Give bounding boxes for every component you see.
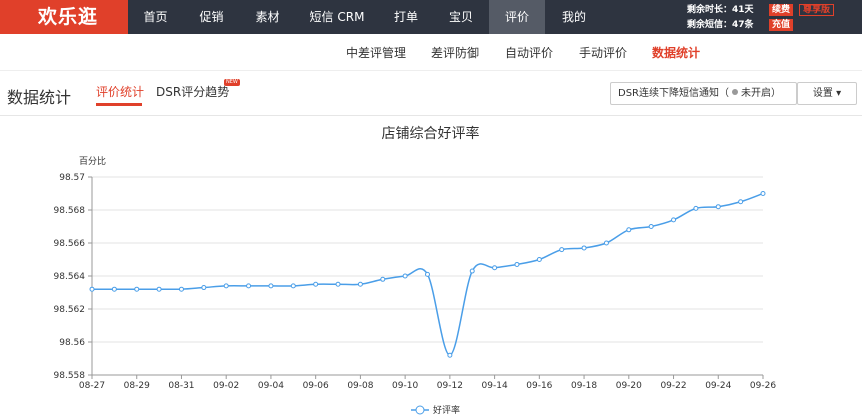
x-tick-label: 08-31 [168, 381, 194, 391]
legend-label: 好评率 [433, 404, 460, 416]
x-tick-label: 09-22 [660, 381, 686, 391]
data-point [290, 283, 296, 289]
x-tick-label: 08-29 [124, 381, 150, 391]
settings-dropdown[interactable]: 设置 ▾ [797, 82, 857, 105]
data-point [134, 286, 140, 292]
subnav-item-data-stats[interactable]: 数据统计 [652, 44, 700, 61]
dsr-sms-notify-toggle[interactable]: DSR连续下降短信通知（ 未开启） [610, 82, 797, 105]
tab-dsr-trend[interactable]: DSR评分趋势 [156, 83, 229, 100]
y-tick-label: 98.57 [59, 173, 85, 183]
time-left-row: 剩余时长：41天 续费 尊享版 [687, 3, 835, 17]
x-tick-label: 09-16 [526, 381, 552, 391]
data-point [335, 281, 341, 287]
data-point [89, 286, 95, 292]
data-point [380, 276, 386, 282]
y-tick-label: 98.558 [54, 371, 86, 381]
y-axis-label: 百分比 [79, 155, 106, 167]
nav-item-print-orders[interactable]: 打单 [379, 0, 433, 34]
notify-prefix: DSR连续下降短信通知（ [618, 88, 729, 99]
settings-label: 设置 [812, 88, 833, 99]
recharge-button[interactable]: 充值 [769, 19, 794, 31]
sms-left-row: 剩余短信：47条 充值 [687, 18, 794, 32]
nav-item-mine[interactable]: 我的 [545, 0, 603, 34]
chevron-down-icon: ▾ [836, 88, 842, 99]
sub-nav: 中差评管理 差评防御 自动评价 手动评价 数据统计 [0, 34, 862, 70]
active-tab-underline [96, 103, 142, 106]
data-point [492, 265, 498, 271]
data-point [603, 240, 609, 246]
x-tick-label: 09-02 [213, 381, 239, 391]
data-point [156, 286, 162, 292]
data-point [514, 261, 520, 267]
data-point [559, 247, 565, 253]
nav-item-promotion[interactable]: 促销 [183, 0, 240, 34]
nav-item-home[interactable]: 首页 [128, 0, 183, 34]
data-point [313, 281, 319, 287]
data-point [536, 257, 542, 262]
nav-item-materials[interactable]: 素材 [240, 0, 295, 34]
data-point [402, 273, 408, 279]
data-point [268, 283, 274, 289]
data-point [425, 271, 430, 277]
data-point [178, 286, 184, 292]
x-tick-label: 09-24 [705, 381, 731, 391]
y-tick-label: 98.564 [54, 272, 86, 282]
x-tick-label: 09-20 [616, 381, 642, 391]
data-point [111, 286, 117, 292]
x-tick-label: 09-26 [750, 381, 776, 391]
legend-marker [415, 405, 425, 415]
notify-status: 未开启 [741, 88, 771, 99]
nav-item-reviews[interactable]: 评价 [489, 0, 545, 34]
data-point [469, 268, 475, 274]
tab-review-stats[interactable]: 评价统计 [96, 83, 144, 100]
logo[interactable]: 欢乐逛 [0, 0, 128, 34]
x-tick-label: 09-12 [437, 381, 463, 391]
subnav-item-auto-review[interactable]: 自动评价 [505, 44, 553, 61]
x-tick-label: 09-06 [303, 381, 329, 391]
subnav-item-review-management[interactable]: 中差评管理 [346, 44, 406, 61]
page-title: 数据统计 [7, 88, 72, 107]
data-point [671, 217, 677, 223]
y-tick-label: 98.566 [54, 239, 86, 249]
account-status: 剩余时长：41天 续费 尊享版 剩余短信：47条 充值 [687, 0, 862, 34]
data-point [760, 191, 766, 196]
page-header: 数据统计 评价统计 DSR评分趋势 NEW DSR连续下降短信通知（ 未开启） 设… [0, 70, 862, 116]
nav-item-products[interactable]: 宝贝 [433, 0, 489, 34]
data-point [581, 245, 587, 251]
top-bar: 欢乐逛 首页 促销 素材 短信 CRM 打单 宝贝 评价 我的 剩余时长：41天… [0, 0, 862, 34]
data-point [648, 224, 654, 229]
new-badge: NEW [224, 79, 240, 86]
x-tick-label: 09-08 [347, 381, 373, 391]
x-tick-label: 09-10 [392, 381, 418, 391]
subnav-item-manual-review[interactable]: 手动评价 [579, 44, 627, 61]
data-point [246, 283, 252, 289]
data-point [626, 227, 632, 233]
edition-badge[interactable]: 尊享版 [799, 4, 835, 16]
chart-title: 店铺综合好评率 [382, 125, 480, 142]
data-point [223, 283, 229, 289]
data-point [693, 205, 699, 211]
subnav-item-negative-defense[interactable]: 差评防御 [431, 44, 479, 61]
rating-chart: 店铺综合好评率百分比 98.558 98.56 98.562 98.564 98.566 9… [54, 125, 777, 416]
main-nav: 首页 促销 素材 短信 CRM 打单 宝贝 评价 我的 [128, 0, 603, 34]
data-point [357, 281, 363, 287]
x-tick-label: 09-04 [258, 381, 284, 391]
nav-item-sms-crm[interactable]: 短信 CRM [295, 0, 379, 34]
data-point [201, 285, 207, 291]
data-point [447, 352, 453, 358]
renew-button[interactable]: 续费 [769, 4, 794, 16]
notify-suffix: ） [771, 88, 781, 99]
time-left-text: 剩余时长：41天 [687, 5, 754, 15]
data-point [715, 204, 721, 210]
x-tick-label: 08-27 [79, 381, 105, 391]
y-tick-label: 98.568 [54, 206, 86, 216]
y-tick-label: 98.562 [54, 305, 86, 315]
x-tick-label: 09-18 [571, 381, 597, 391]
data-point [738, 199, 744, 205]
status-dot-icon [732, 89, 738, 95]
y-tick-label: 98.56 [59, 338, 85, 348]
x-tick-label: 09-14 [482, 381, 508, 391]
sms-left-text: 剩余短信：47条 [687, 20, 754, 30]
